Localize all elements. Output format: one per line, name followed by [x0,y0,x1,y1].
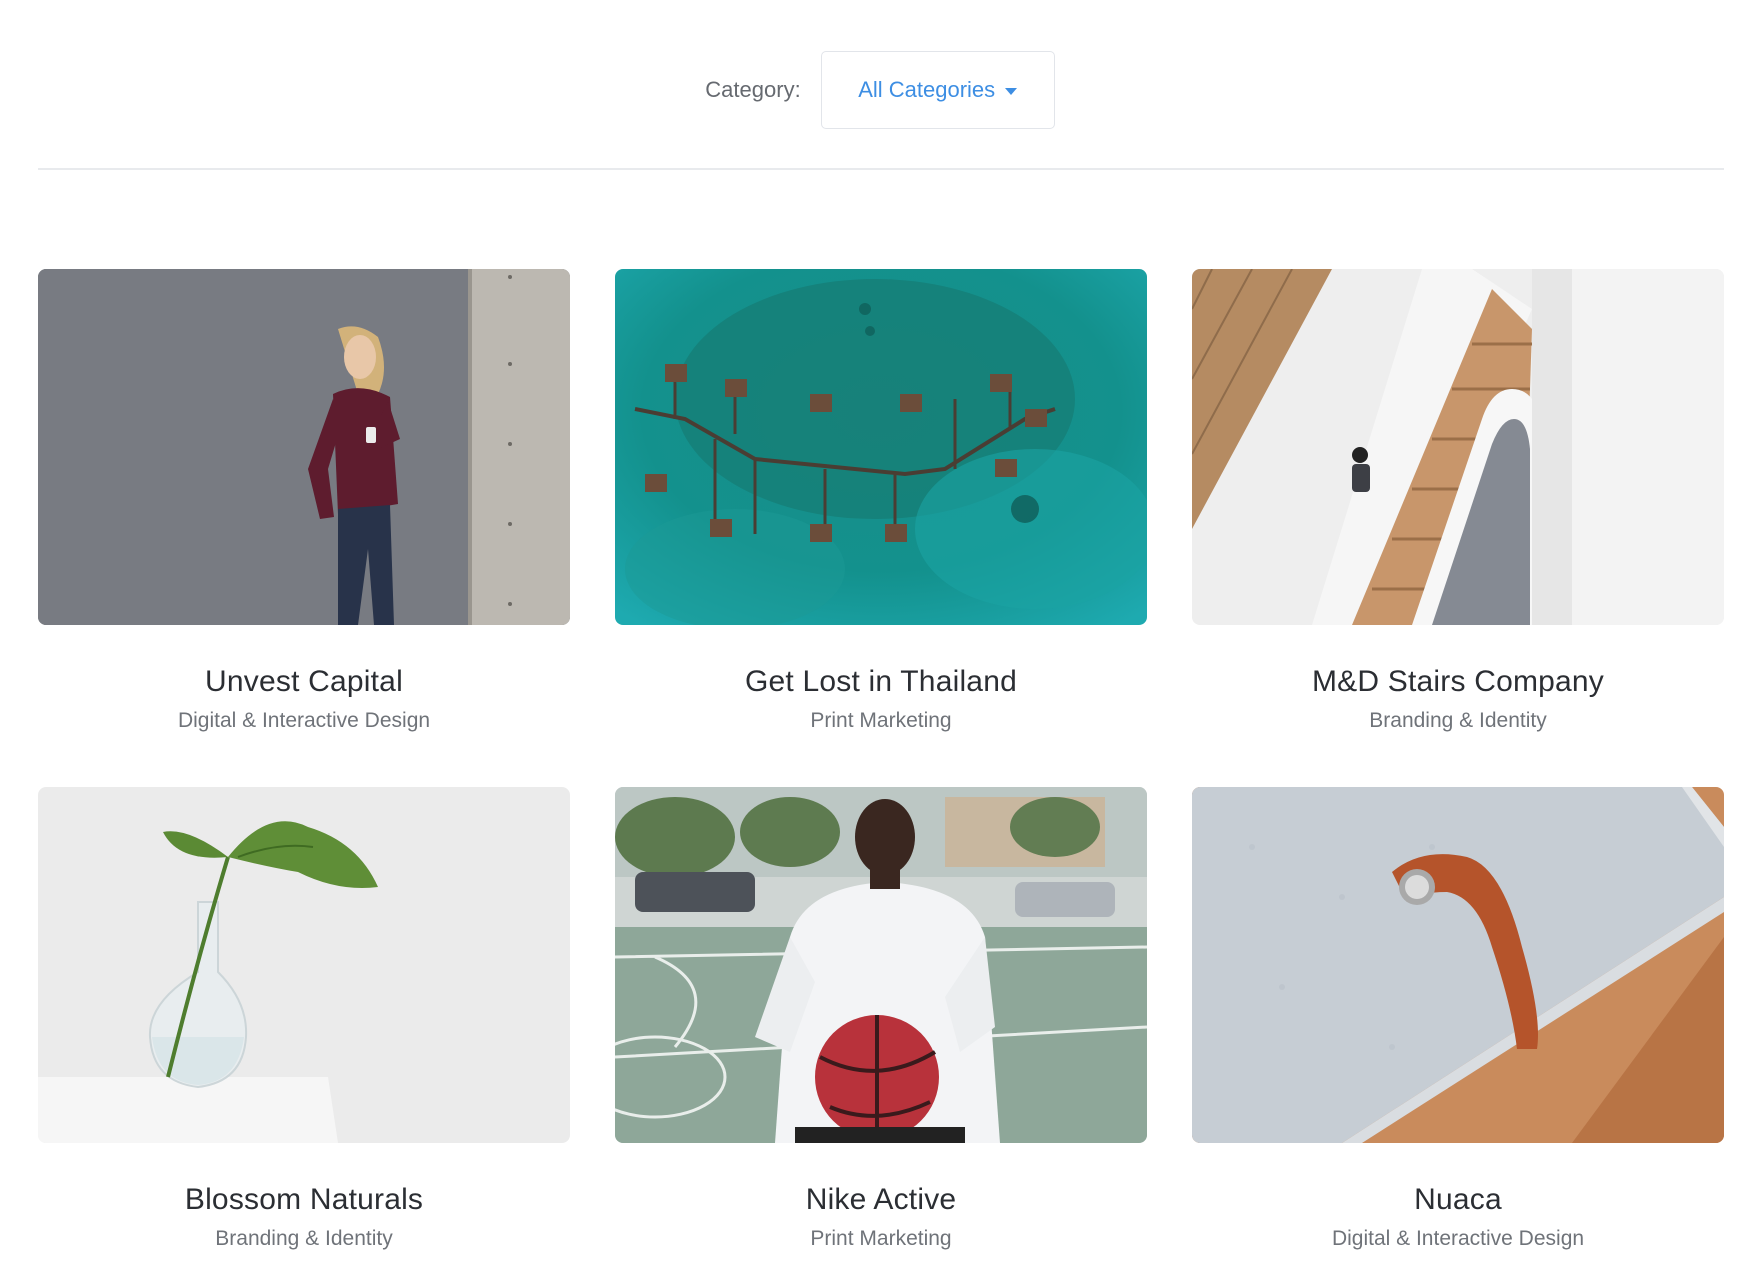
project-thumbnail[interactable] [1192,269,1724,625]
project-category: Digital & Interactive Design [177,709,431,732]
project-card[interactable]: Nike Active Print Marketing [615,787,1147,1286]
project-card[interactable]: Nuaca Digital & Interactive Design [1192,787,1724,1286]
basketball-player-photo [615,787,1147,1143]
project-card[interactable]: Blossom Naturals Branding & Identity [38,787,570,1286]
project-category: Print Marketing [810,709,952,732]
project-grid: Unvest Capital Digital & Interactive Des… [38,269,1724,1286]
project-thumbnail[interactable] [615,787,1147,1143]
chevron-down-icon [1005,88,1018,95]
divider [38,168,1724,170]
project-title[interactable]: Blossom Naturals [38,1183,570,1217]
category-label: Category: [705,77,801,102]
spiral-staircase-photo [1192,269,1724,625]
category-dropdown-value: All Categories [858,77,996,102]
category-filter-bar: Category: All Categories [0,50,1760,130]
category-dropdown[interactable]: All Categories [820,51,1055,129]
project-title[interactable]: Nike Active [615,1183,1147,1217]
laptop-sleeve-photo [1192,787,1724,1143]
project-thumbnail[interactable] [38,787,570,1143]
project-thumbnail[interactable] [38,269,570,625]
project-category: Branding & Identity [215,1227,393,1250]
project-thumbnail[interactable] [615,269,1147,625]
project-card[interactable]: M&D Stairs Company Branding & Identity [1192,269,1724,787]
woman-with-phone-photo [38,269,570,625]
plant-vase-photo [38,787,570,1143]
project-title[interactable]: Nuaca [1192,1183,1724,1217]
project-title[interactable]: Get Lost in Thailand [615,665,1147,699]
overwater-bungalows-photo [615,269,1147,625]
project-title[interactable]: M&D Stairs Company [1192,665,1724,699]
portfolio-page: Category: All Categories Unvest Capital … [0,0,1760,1286]
project-card[interactable]: Unvest Capital Digital & Interactive Des… [38,269,570,787]
project-category: Print Marketing [810,1227,952,1250]
project-thumbnail[interactable] [1192,787,1724,1143]
project-category: Digital & Interactive Design [1331,1227,1585,1250]
project-category: Branding & Identity [1369,709,1547,732]
project-card[interactable]: Get Lost in Thailand Print Marketing [615,269,1147,787]
project-title[interactable]: Unvest Capital [38,665,570,699]
